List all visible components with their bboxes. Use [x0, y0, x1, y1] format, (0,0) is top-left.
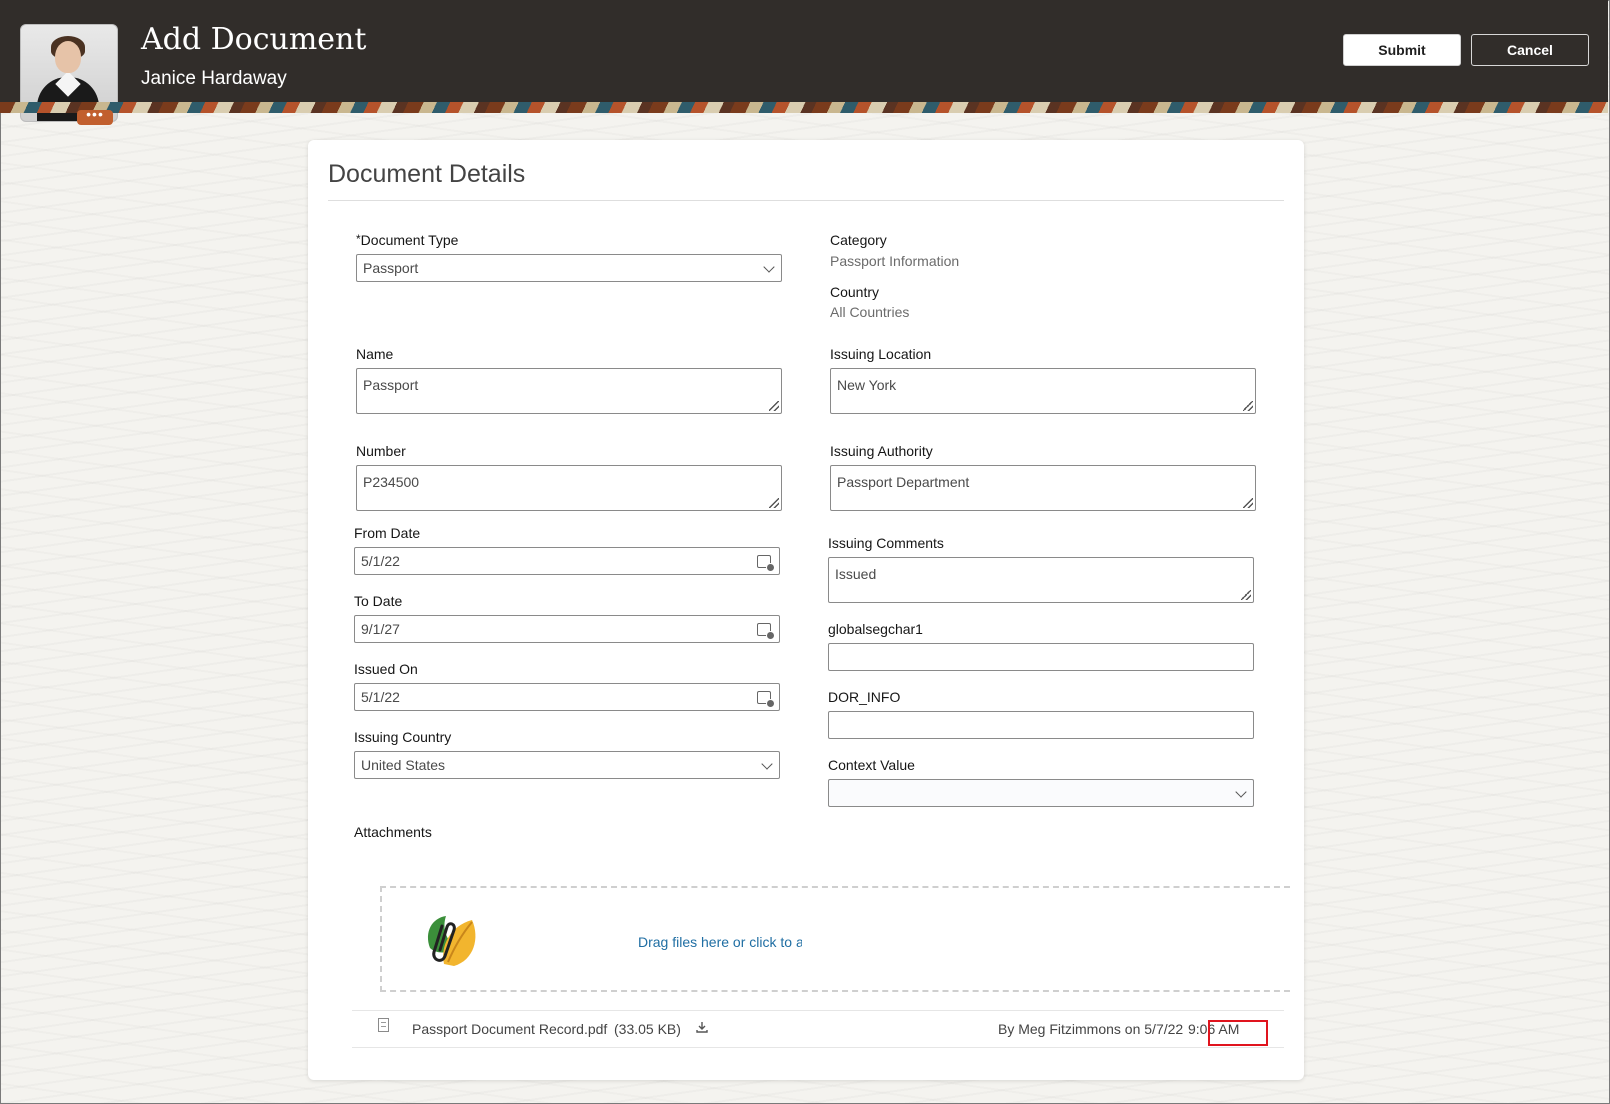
issuing-country-value: United States — [361, 757, 446, 773]
attachment-row: Passport Document Record.pdf (33.05 KB) … — [352, 1010, 1284, 1048]
globalsegchar1-label: globalsegchar1 — [828, 621, 923, 637]
resize-handle-icon[interactable] — [1243, 498, 1253, 508]
chevron-down-icon — [761, 758, 773, 770]
document-details-card: Document Details *Document Type Passport… — [308, 140, 1304, 1080]
issuing-comments-label: Issuing Comments — [828, 535, 944, 551]
document-type-label: *Document Type — [356, 232, 458, 248]
issuing-comments-textarea[interactable]: Issued — [828, 557, 1254, 603]
issuing-authority-textarea[interactable]: Passport Department — [830, 465, 1256, 511]
resize-handle-icon[interactable] — [1241, 590, 1251, 600]
resize-handle-icon[interactable] — [1243, 401, 1253, 411]
document-type-select[interactable]: Passport — [356, 254, 782, 282]
to-date-input[interactable]: 9/1/27 — [354, 615, 780, 643]
issuing-authority-label: Issuing Authority — [830, 443, 933, 459]
name-value: Passport — [363, 377, 419, 393]
from-date-input[interactable]: 5/1/22 — [354, 547, 780, 575]
issuing-country-select[interactable]: United States — [354, 751, 780, 779]
name-label: Name — [356, 346, 394, 362]
from-date-value: 5/1/22 — [361, 553, 400, 569]
country-value: All Countries — [830, 304, 910, 320]
name-textarea[interactable]: Passport — [356, 368, 782, 414]
page-title: Add Document — [141, 22, 367, 57]
number-label: Number — [356, 443, 406, 459]
issuing-country-label: Issuing Country — [354, 729, 452, 745]
to-date-value: 9/1/27 — [361, 621, 400, 637]
issuing-location-label: Issuing Location — [830, 346, 932, 362]
document-type-label-text: Document Type — [360, 232, 459, 248]
calendar-icon[interactable] — [757, 623, 775, 640]
context-value-label: Context Value — [828, 757, 915, 773]
dor-info-label: DOR_INFO — [828, 689, 901, 705]
drop-zone-text[interactable]: Drag files here or click to add attachme… — [638, 934, 802, 950]
calendar-icon[interactable] — [757, 555, 775, 572]
context-value-select[interactable] — [828, 779, 1254, 807]
chevron-down-icon — [1235, 786, 1247, 798]
issued-on-input[interactable]: 5/1/22 — [354, 683, 780, 711]
dor-info-input[interactable] — [828, 711, 1254, 739]
attachments-label: Attachments — [354, 824, 432, 840]
issued-on-label: Issued On — [354, 661, 418, 677]
person-name: Janice Hardaway — [141, 68, 287, 89]
page-header: Add Document Janice Hardaway Submit Canc… — [0, 0, 1608, 122]
category-label: Category — [830, 232, 887, 248]
to-date-label: To Date — [354, 593, 403, 609]
issuing-location-value: New York — [837, 377, 897, 393]
chevron-down-icon — [763, 261, 775, 273]
issued-on-value: 5/1/22 — [361, 689, 400, 705]
issuing-authority-value: Passport Department — [837, 474, 970, 490]
issuing-location-textarea[interactable]: New York — [830, 368, 1256, 414]
calendar-icon[interactable] — [757, 691, 775, 708]
issuing-comments-value: Issued — [835, 566, 877, 582]
number-value: P234500 — [363, 474, 420, 490]
cancel-button[interactable]: Cancel — [1471, 34, 1589, 66]
attachment-dropzone[interactable]: Drag files here or click to add attachme… — [380, 886, 1290, 992]
attachment-file-size: (33.05 KB) — [614, 1021, 681, 1037]
avatar-face — [55, 41, 81, 73]
submit-button[interactable]: Submit — [1343, 34, 1461, 66]
attachment-uploaded-by: By Meg Fitzimmons on 5/7/22 — [998, 1021, 1184, 1037]
country-label: Country — [830, 284, 880, 300]
card-title: Document Details — [328, 160, 526, 188]
leaf-paperclip-icon — [427, 916, 476, 966]
category-value: Passport Information — [830, 253, 960, 269]
download-icon[interactable] — [696, 1021, 708, 1033]
resize-handle-icon[interactable] — [769, 401, 779, 411]
file-icon — [378, 1018, 389, 1032]
globalsegchar1-input[interactable] — [828, 643, 1254, 671]
from-date-label: From Date — [354, 525, 421, 541]
title-divider — [328, 200, 1284, 201]
more-options-icon[interactable]: ••• — [77, 107, 113, 125]
document-type-value: Passport — [363, 260, 419, 276]
decorative-banner — [0, 102, 1608, 113]
attachment-file-name[interactable]: Passport Document Record.pdf — [412, 1021, 607, 1037]
time-highlight-box — [1208, 1020, 1268, 1046]
number-textarea[interactable]: P234500 — [356, 465, 782, 511]
resize-handle-icon[interactable] — [769, 498, 779, 508]
